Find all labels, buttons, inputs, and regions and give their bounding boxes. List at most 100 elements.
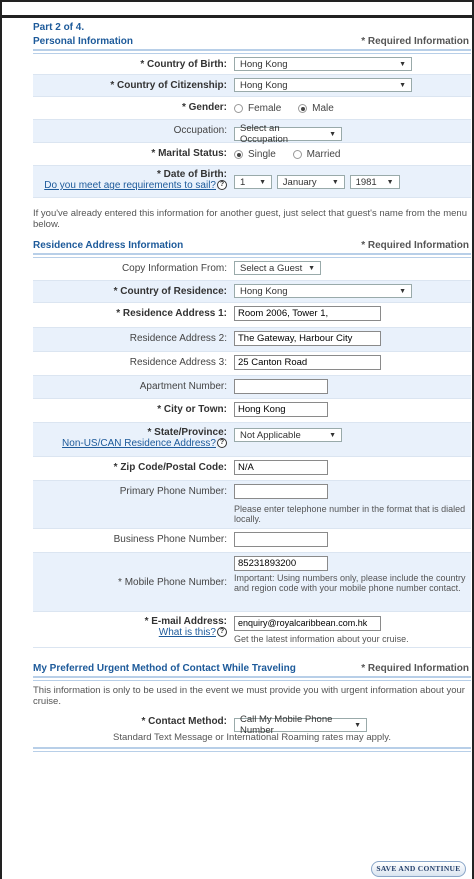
dob-year-select[interactable]: 1981 ▼ <box>349 175 400 189</box>
address-2-row: Residence Address 2: The Gateway, Harbou… <box>33 328 471 352</box>
mobile-phone-note: Important: Using numbers only, please in… <box>234 573 466 593</box>
non-us-address-link[interactable]: Non-US/CAN Residence Address? <box>62 438 216 449</box>
select-value: Select an Occupation <box>240 123 289 145</box>
country-of-citizenship-row: * Country of Citizenship: Hong Kong ▼ <box>33 75 471 97</box>
state-label: * State/Province: <box>147 427 227 438</box>
country-of-citizenship-select[interactable]: Hong Kong ▼ <box>234 78 412 92</box>
urgent-contact-section-header: My Preferred Urgent Method of Contact Wh… <box>33 661 471 674</box>
section-title: Personal Information <box>33 36 134 47</box>
field-label: * City or Town: <box>157 404 227 415</box>
radio-selected-icon <box>234 150 243 159</box>
radio-icon <box>234 104 243 113</box>
date-of-birth-row: * Date of Birth: Do you meet age require… <box>33 166 471 198</box>
residence-section-header: Residence Address Information * Required… <box>33 238 471 251</box>
save-and-continue-button[interactable]: SAVE AND CONTINUE <box>371 861 466 877</box>
address-1-row: * Residence Address 1: Room 2006, Tower … <box>33 303 471 328</box>
dropdown-arrow-icon: ▼ <box>399 287 406 295</box>
email-row: * E-mail Address: What is this?? enquiry… <box>33 612 471 648</box>
what-is-this-link[interactable]: What is this? <box>159 627 216 638</box>
field-label: Apartment Number: <box>139 381 227 392</box>
radio-label: Male <box>312 103 334 114</box>
address-3-row: Residence Address 3: 25 Canton Road <box>33 352 471 376</box>
divider <box>33 676 471 681</box>
dropdown-arrow-icon: ▼ <box>329 431 336 439</box>
state-select[interactable]: Not Applicable ▼ <box>234 428 342 442</box>
gender-female-radio[interactable]: Female <box>234 103 281 114</box>
marital-single-radio[interactable]: Single <box>234 149 276 160</box>
question-icon[interactable]: ? <box>217 438 227 449</box>
required-note: * Required Information <box>361 663 469 674</box>
personal-section-header: Personal Information * Required Informat… <box>33 34 471 47</box>
apartment-input[interactable] <box>234 379 328 394</box>
mobile-phone-input[interactable]: 85231893200 <box>234 556 328 571</box>
business-phone-row: Business Phone Number: <box>33 529 471 553</box>
field-label: * Country of Citizenship: <box>110 80 227 91</box>
email-label: * E-mail Address: <box>144 616 227 627</box>
phone-format-note: Please enter telephone number in the for… <box>234 504 466 524</box>
select-value: 1981 <box>355 176 377 188</box>
select-value: Hong Kong <box>240 79 288 91</box>
state-row: * State/Province: Non-US/CAN Residence A… <box>33 423 471 457</box>
select-value: Call My Mobile Phone Number <box>240 714 333 736</box>
field-label: * Country of Birth: <box>140 59 227 70</box>
zip-input[interactable]: N/A <box>234 460 328 475</box>
field-label: * Date of Birth: Do you meet age require… <box>33 166 234 197</box>
dob-day-select[interactable]: 1 ▼ <box>234 175 272 189</box>
address-1-input[interactable]: Room 2006, Tower 1, <box>234 306 381 321</box>
city-row: * City or Town: Hong Kong <box>33 399 471 423</box>
required-note: * Required Information <box>361 240 469 251</box>
country-of-birth-row: * Country of Birth: Hong Kong ▼ <box>33 54 471 75</box>
select-value: 1 <box>240 176 246 188</box>
business-phone-input[interactable] <box>234 532 328 547</box>
email-input[interactable]: enquiry@royalcaribbean.com.hk <box>234 616 381 631</box>
marital-married-radio[interactable]: Married <box>292 149 341 160</box>
dropdown-arrow-icon: ▼ <box>386 178 394 186</box>
radio-label: Married <box>306 149 341 160</box>
radio-icon <box>292 150 302 159</box>
part-indicator: Part 2 of 4. <box>33 22 85 33</box>
email-note: Get the latest information about your cr… <box>234 634 409 644</box>
field-label: * Marital Status: <box>151 148 227 159</box>
select-value: Hong Kong <box>240 58 288 70</box>
copy-info-note: If you've already entered this informati… <box>33 208 467 230</box>
apartment-row: Apartment Number: <box>33 376 471 399</box>
field-label: Primary Phone Number: <box>119 486 227 497</box>
copy-from-guest-select[interactable]: Select a Guest ▼ <box>234 261 321 275</box>
field-label: * E-mail Address: What is this?? <box>33 612 234 647</box>
contact-method-select[interactable]: Call My Mobile Phone Number ▼ <box>234 714 367 736</box>
primary-phone-row: Primary Phone Number: Please enter telep… <box>33 481 471 529</box>
country-of-residence-select[interactable]: Hong Kong ▼ <box>234 284 412 298</box>
field-label: * Gender: <box>181 102 227 113</box>
field-label: * Residence Address 1: <box>116 308 227 319</box>
select-value: Select a Guest <box>240 262 303 274</box>
country-of-residence-row: * Country of Residence: Hong Kong ▼ <box>33 281 471 303</box>
dropdown-arrow-icon: ▼ <box>331 178 339 186</box>
contact-method-row: * Contact Method: Call My Mobile Phone N… <box>33 713 471 736</box>
radio-label: Single <box>248 149 276 160</box>
section-title: Residence Address Information <box>33 240 184 251</box>
gender-male-radio[interactable]: Male <box>298 103 334 114</box>
select-value: Hong Kong <box>240 285 288 297</box>
gender-row: * Gender: Female Male <box>33 97 471 120</box>
address-2-input[interactable]: The Gateway, Harbour City <box>234 331 381 346</box>
city-input[interactable]: Hong Kong <box>234 402 328 417</box>
field-label: Copy Information From: <box>121 263 227 274</box>
occupation-row: Occupation: Select an Occupation ▼ <box>33 120 471 145</box>
field-label: * Contact Method: <box>141 716 227 727</box>
age-requirements-link[interactable]: Do you meet age requirements to sail? <box>44 180 216 191</box>
question-icon[interactable]: ? <box>217 180 227 191</box>
field-label: Residence Address 2: <box>129 333 227 344</box>
radio-selected-icon <box>298 104 308 113</box>
urgent-info-note: This information is only to be used in t… <box>33 685 465 707</box>
country-of-birth-select[interactable]: Hong Kong ▼ <box>234 57 412 71</box>
address-3-input[interactable]: 25 Canton Road <box>234 355 381 370</box>
dob-month-select[interactable]: January ▼ <box>276 175 345 189</box>
question-icon[interactable]: ? <box>217 627 227 638</box>
dropdown-arrow-icon: ▼ <box>308 264 315 272</box>
primary-phone-input[interactable] <box>234 484 328 499</box>
occupation-select[interactable]: Select an Occupation ▼ <box>234 123 342 145</box>
field-label: * State/Province: Non-US/CAN Residence A… <box>33 423 234 456</box>
copy-from-row: Copy Information From: Select a Guest ▼ <box>33 258 471 281</box>
dropdown-arrow-icon: ▼ <box>399 60 406 68</box>
radio-label: Female <box>248 103 282 114</box>
